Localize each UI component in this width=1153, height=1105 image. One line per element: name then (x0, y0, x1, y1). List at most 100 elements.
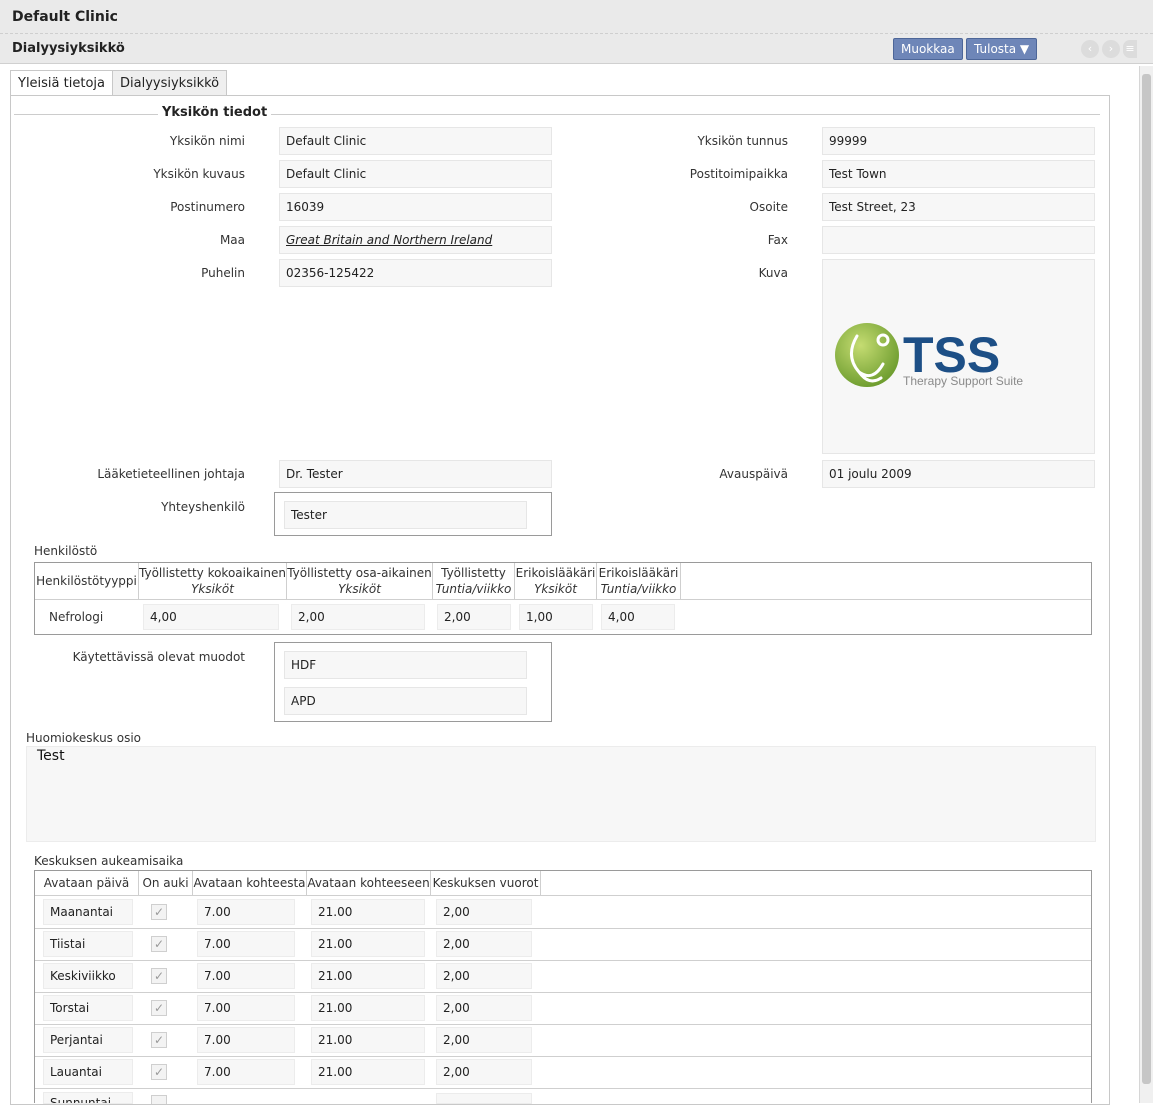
open-from-field[interactable]: 7.00 (197, 963, 295, 989)
shifts-field[interactable]: 2,00 (436, 899, 532, 925)
unit-code-label: Yksikön tunnus (697, 134, 788, 148)
contact-person-label: Yhteyshenkilö (161, 500, 245, 514)
open-to-field[interactable]: 21.00 (311, 899, 425, 925)
image-label: Kuva (758, 266, 788, 280)
fax-field[interactable] (822, 226, 1095, 254)
hours-header-open: On auki (139, 871, 193, 895)
unit-name-label: Yksikön nimi (169, 134, 245, 148)
previous-record-icon[interactable]: ‹ (1081, 40, 1099, 58)
shifts-field[interactable]: 2,00 (436, 1059, 532, 1085)
open-checkbox[interactable]: ✓ (151, 1000, 167, 1016)
unit-description-label: Yksikön kuvaus (153, 167, 245, 181)
hours-header-from: Avataan kohteesta (193, 871, 307, 895)
shifts-field[interactable]: 2,00 (436, 1027, 532, 1053)
staff-header-specialist-units: Erikoislääkäri Yksiköt (515, 563, 597, 599)
modality-item[interactable]: APD (284, 687, 527, 715)
open-to-field[interactable]: 21.00 (311, 1059, 425, 1085)
scrollbar-thumb[interactable] (1142, 74, 1151, 1084)
unit-description-field[interactable]: Default Clinic (279, 160, 552, 188)
open-to-field[interactable]: 21.00 (311, 995, 425, 1021)
country-label: Maa (219, 233, 245, 247)
hours-header-day: Avataan päivä (35, 871, 139, 895)
contact-person-group: Tester (274, 492, 552, 536)
open-checkbox[interactable]: ✓ (151, 904, 167, 920)
modalities-label: Käytettävissä olevat muodot (72, 650, 245, 664)
country-link[interactable]: Great Britain and Northern Ireland (279, 226, 552, 254)
tss-logo: TSS Therapy Support Suite (835, 323, 1023, 388)
toolbar: Dialyysiyksikkö Muokkaa Tulosta ▼ ‹ › ≡ (0, 34, 1153, 64)
fulltime-units-field[interactable]: 4,00 (143, 604, 279, 630)
open-from-field[interactable]: 7.00 (197, 995, 295, 1021)
menu-icon[interactable]: ≡ (1123, 40, 1137, 58)
phone-label: Puhelin (201, 266, 245, 280)
open-from-field[interactable]: 7.00 (197, 1027, 295, 1053)
hours-week-field[interactable]: 2,00 (437, 604, 511, 630)
address-label: Osoite (749, 200, 788, 214)
open-checkbox[interactable]: ✓ (151, 968, 167, 984)
page-title: Dialyysiyksikkö (12, 41, 125, 56)
postal-code-field[interactable]: 16039 (279, 193, 552, 221)
address-field[interactable]: Test Street, 23 (822, 193, 1095, 221)
opening-date-label: Avauspäivä (719, 467, 788, 481)
day-cell: Torstai (43, 995, 133, 1021)
window-title: Default Clinic (12, 9, 118, 25)
staff-header-parttime: Työllistetty osa-aikainen Yksiköt (287, 563, 433, 599)
notes-label: Huomiokeskus osio (26, 731, 142, 745)
modality-item[interactable]: HDF (284, 651, 527, 679)
specialist-units-field[interactable]: 1,00 (519, 604, 593, 630)
unit-name-field[interactable]: Default Clinic (279, 127, 552, 155)
staff-header-hours: Työllistetty Tuntia/viikko (433, 563, 515, 599)
scrollbar[interactable] (1139, 66, 1153, 1103)
window-title-bar: Default Clinic (0, 0, 1153, 34)
open-checkbox[interactable]: ✓ (151, 1064, 167, 1080)
day-cell: Tiistai (43, 931, 133, 957)
open-from-field[interactable]: 7.00 (197, 1059, 295, 1085)
city-label: Postitoimipaikka (689, 167, 788, 181)
day-cell: Perjantai (43, 1027, 133, 1053)
opening-hours-title: Keskuksen aukeamisaika (34, 854, 184, 868)
parttime-units-field[interactable]: 2,00 (291, 604, 425, 630)
open-checkbox[interactable]: ✓ (151, 1032, 167, 1048)
fax-label: Fax (767, 233, 788, 247)
phone-field[interactable]: 02356-125422 (279, 259, 552, 287)
medical-director-field[interactable]: Dr. Tester (279, 460, 552, 488)
staff-type-cell: Nefrologi (49, 610, 104, 624)
staff-title: Henkilöstö (34, 544, 98, 558)
modalities-group: HDF APD (274, 642, 552, 722)
day-cell: Keskiviikko (43, 963, 133, 989)
edit-button[interactable]: Muokkaa (893, 38, 963, 60)
day-cell: Sunnuntai (43, 1092, 133, 1104)
shifts-field[interactable] (436, 1093, 532, 1104)
medical-director-label: Lääketieteellinen johtaja (97, 467, 245, 481)
opening-hours-table: Avataan päivä On auki Avataan kohteesta … (34, 870, 1092, 1104)
open-checkbox[interactable]: ✓ (151, 936, 167, 952)
tab-dialysis-unit[interactable]: Dialyysiyksikkö (112, 70, 228, 96)
shifts-field[interactable]: 2,00 (436, 995, 532, 1021)
open-from-field[interactable]: 7.00 (197, 899, 295, 925)
opening-date-field[interactable]: 01 joulu 2009 (822, 460, 1095, 488)
contact-person-field[interactable]: Tester (284, 501, 527, 529)
hours-header-shifts: Keskuksen vuorot (431, 871, 541, 895)
print-dropdown-button[interactable]: Tulosta ▼ (966, 38, 1038, 60)
section-title-unit-info: Yksikön tiedot (158, 105, 272, 120)
hours-header-to: Avataan kohteeseen (307, 871, 431, 895)
open-from-field[interactable]: 7.00 (197, 931, 295, 957)
open-to-field[interactable]: 21.00 (311, 931, 425, 957)
day-cell: Lauantai (43, 1059, 133, 1085)
logo-subtext: Therapy Support Suite (903, 374, 1023, 388)
notes-textarea[interactable]: Test (26, 746, 1096, 842)
next-record-icon[interactable]: › (1102, 40, 1120, 58)
tab-general-info[interactable]: Yleisiä tietoja (10, 70, 113, 97)
staff-header-type: Henkilöstötyyppi (35, 563, 139, 599)
specialist-hours-field[interactable]: 4,00 (601, 604, 675, 630)
day-cell: Maanantai (43, 899, 133, 925)
staff-header-fulltime: Työllistetty kokoaikainen Yksiköt (139, 563, 287, 599)
open-to-field[interactable]: 21.00 (311, 963, 425, 989)
shifts-field[interactable]: 2,00 (436, 931, 532, 957)
unit-image[interactable]: TSS Therapy Support Suite (822, 259, 1095, 454)
open-to-field[interactable]: 21.00 (311, 1027, 425, 1053)
shifts-field[interactable]: 2,00 (436, 963, 532, 989)
city-field[interactable]: Test Town (822, 160, 1095, 188)
unit-code-field[interactable]: 99999 (822, 127, 1095, 155)
staff-header-specialist-hours: Erikoislääkäri Tuntia/viikko (597, 563, 681, 599)
